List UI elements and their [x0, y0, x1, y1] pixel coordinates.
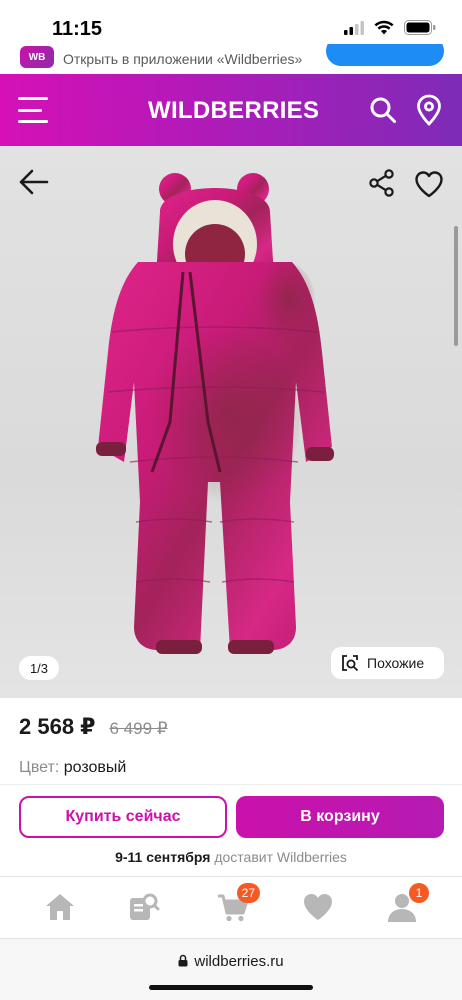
back-arrow-icon[interactable] [18, 168, 50, 196]
search-icon[interactable] [369, 96, 397, 124]
nav-favorites[interactable] [301, 891, 335, 923]
product-photo[interactable] [60, 172, 360, 672]
image-search-icon [342, 655, 359, 672]
site-header: WILDBERRIES [0, 74, 462, 146]
open-in-app-text: Открыть в приложении «Wildberries» [63, 51, 303, 67]
url-text: wildberries.ru [194, 953, 284, 970]
url-display[interactable]: wildberries.ru [0, 953, 462, 970]
menu-icon[interactable] [18, 97, 48, 123]
wifi-icon [374, 20, 394, 35]
similar-button[interactable]: Похожие [331, 647, 444, 679]
battery-icon [404, 20, 436, 35]
catalog-search-icon [130, 893, 160, 920]
delivery-text: доставит Wildberries [210, 849, 347, 865]
image-counter: 1/3 [19, 656, 59, 680]
status-icons [344, 20, 436, 35]
location-pin-icon[interactable] [416, 94, 442, 126]
bottom-nav: 27 1 [0, 876, 462, 938]
lock-icon [178, 954, 188, 967]
app-logo-icon: WB [20, 46, 54, 68]
current-price: 2 568 ₽ [19, 714, 96, 739]
color-label: Цвет: [19, 759, 60, 776]
open-app-button[interactable] [326, 44, 444, 66]
product-gallery[interactable]: 1/3 Похожие [0, 146, 462, 698]
home-icon [46, 894, 74, 920]
similar-label: Похожие [367, 655, 425, 671]
favorite-heart-icon[interactable] [414, 170, 444, 198]
share-icon[interactable] [368, 168, 396, 198]
delivery-date: 9-11 сентября [115, 849, 211, 865]
heart-icon [304, 894, 332, 920]
nav-catalog[interactable] [127, 891, 161, 923]
open-in-app-banner[interactable]: WB Открыть в приложении «Wildberries» [0, 44, 462, 74]
nav-profile[interactable]: 1 [385, 883, 429, 923]
browser-url-bar[interactable]: wildberries.ru [0, 938, 462, 1000]
delivery-info: 9-11 сентября доставит Wildberries [0, 849, 462, 865]
cart-badge: 27 [236, 883, 260, 903]
site-logo[interactable]: WILDBERRIES [148, 97, 319, 125]
status-time: 11:15 [52, 18, 103, 40]
buy-now-button[interactable]: Купить сейчас [19, 796, 227, 838]
nav-cart[interactable]: 27 [216, 883, 260, 923]
purchase-action-bar: Купить сейчас В корзину 9-11 сентября до… [0, 784, 462, 876]
old-price: 6 499 ₽ [109, 719, 168, 738]
color-line: Цвет: розовый [19, 759, 126, 777]
profile-badge: 1 [409, 883, 429, 903]
scroll-indicator [454, 226, 458, 346]
nav-home[interactable] [43, 891, 77, 923]
home-indicator[interactable] [149, 985, 313, 990]
page: 11:15 WB Открыть в приложении «Wildberri [0, 0, 462, 1000]
color-value: розовый [63, 759, 127, 776]
price-block: 2 568 ₽ 6 499 ₽ [19, 714, 168, 740]
signal-icon [344, 20, 364, 35]
add-to-cart-button[interactable]: В корзину [236, 796, 444, 838]
